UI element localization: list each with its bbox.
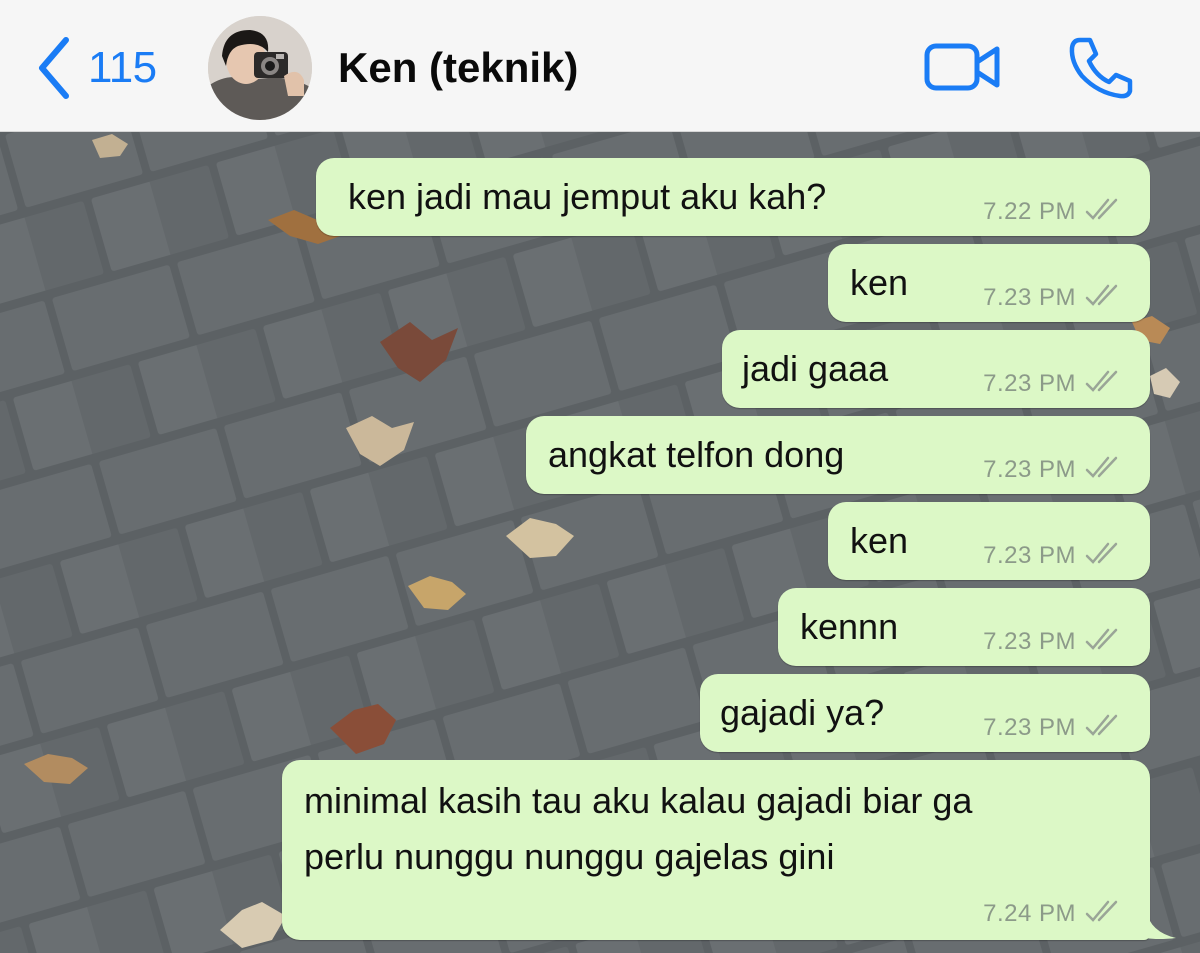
phone-icon (1069, 37, 1133, 99)
chevron-left-icon (39, 37, 69, 99)
voice-call-button[interactable] (1068, 36, 1134, 100)
message-time: 7.23 PM (983, 370, 1076, 397)
chat-area[interactable]: ken jadi mau jemput aku kah? 7.22 PM ken… (0, 132, 1200, 953)
message-time: 7.22 PM (983, 198, 1076, 225)
video-camera-icon (924, 43, 1000, 91)
double-check-icon (1085, 198, 1118, 220)
message-text: angkat telfon dong (548, 434, 845, 475)
message-time: 7.23 PM (983, 284, 1076, 311)
double-check-icon (1085, 714, 1118, 736)
message-text-line2: perlu nunggu nunggu gajelas gini (304, 836, 835, 877)
message-bubble[interactable]: minimal kasih tau aku kalau gajadi biar … (282, 760, 1150, 940)
unread-count: 115 (88, 43, 157, 92)
double-check-icon (1085, 370, 1118, 392)
avatar[interactable] (208, 16, 312, 120)
message-text: kennn (800, 606, 899, 647)
message-bubble[interactable]: gajadi ya? 7.23 PM (700, 674, 1150, 752)
double-check-icon (1085, 542, 1118, 564)
message-bubble[interactable]: angkat telfon dong 7.23 PM (526, 416, 1150, 494)
message-time: 7.23 PM (983, 456, 1076, 483)
double-check-icon (1085, 456, 1118, 478)
double-check-icon (1085, 628, 1118, 650)
message-text: gajadi ya? (720, 692, 885, 733)
contact-name[interactable]: Ken (teknik) (338, 44, 578, 92)
message-time: 7.23 PM (983, 542, 1076, 569)
bubble-tail (1146, 910, 1176, 939)
video-call-button[interactable] (924, 38, 1002, 96)
message-time: 7.24 PM (983, 900, 1076, 927)
message-text: ken (850, 262, 909, 303)
message-bubble[interactable]: jadi gaaa 7.23 PM (722, 330, 1150, 408)
message-time: 7.23 PM (983, 628, 1076, 655)
message-bubble[interactable]: ken 7.23 PM (828, 244, 1150, 322)
message-text: ken jadi mau jemput aku kah? (348, 176, 827, 217)
message-text: minimal kasih tau aku kalau gajadi biar … (304, 780, 973, 821)
message-bubble[interactable]: ken 7.23 PM (828, 502, 1150, 580)
message-bubble[interactable]: ken jadi mau jemput aku kah? 7.22 PM (316, 158, 1150, 236)
double-check-icon (1085, 900, 1118, 922)
message-bubble[interactable]: kennn 7.23 PM (778, 588, 1150, 666)
message-time: 7.23 PM (983, 714, 1076, 741)
message-text: ken (850, 520, 909, 561)
message-text: jadi gaaa (742, 348, 889, 389)
double-check-icon (1085, 284, 1118, 306)
chat-header: 115 Ken (teknik) (0, 0, 1200, 132)
back-button[interactable]: 115 (34, 36, 157, 100)
